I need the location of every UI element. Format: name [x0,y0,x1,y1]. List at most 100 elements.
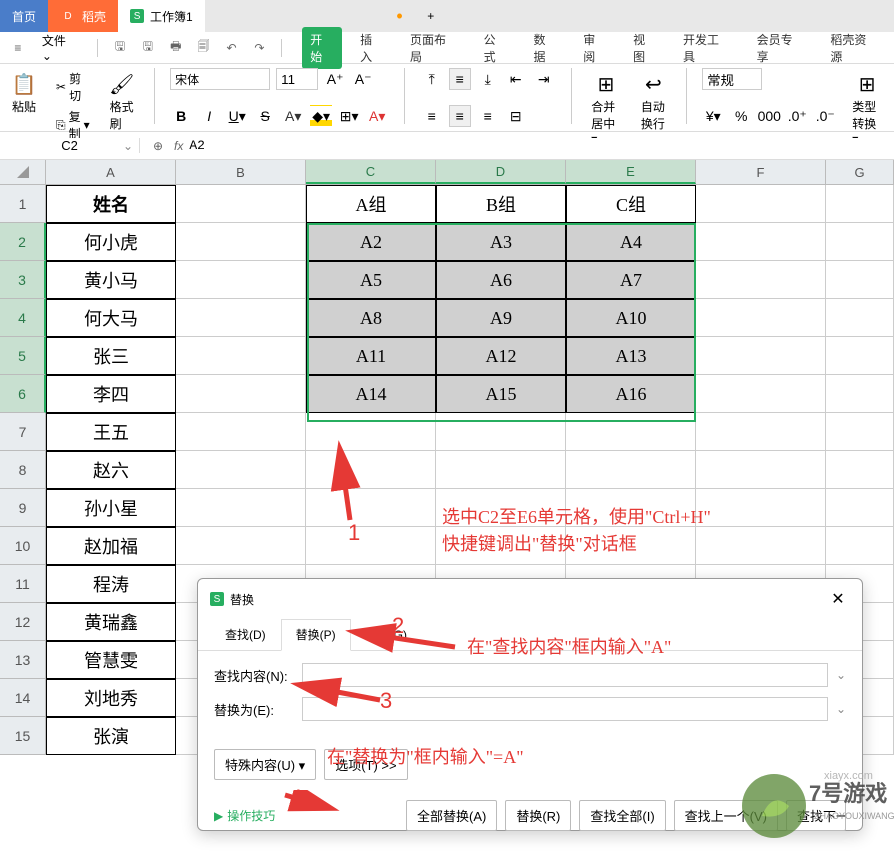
chevron-down-icon[interactable]: ⌄ [123,139,133,153]
cell-C3[interactable]: A5 [306,261,436,299]
cell-B7[interactable] [176,413,306,451]
cell-E3[interactable]: A7 [566,261,696,299]
cell-F6[interactable] [696,375,826,413]
dialog-tab-goto[interactable]: 定位(G) [351,619,422,650]
formula-input[interactable] [189,138,886,153]
cell-B3[interactable] [176,261,306,299]
cell-C2[interactable]: A2 [306,223,436,261]
row-header[interactable]: 12 [0,603,46,641]
underline-button[interactable]: U▾ [226,105,248,127]
cell-A13[interactable]: 管慧雯 [46,641,176,679]
cell-C7[interactable] [306,413,436,451]
redo-icon[interactable]: ↷ [249,38,269,58]
row-header[interactable]: 8 [0,451,46,489]
cell-E7[interactable] [566,413,696,451]
increase-font-button[interactable]: A⁺ [324,68,346,90]
align-bottom-button[interactable]: ⤓ [477,68,499,90]
increase-decimal-button[interactable]: .0⁺ [786,105,808,127]
border-button[interactable]: ⊞▾ [338,105,360,127]
cell-G7[interactable] [826,413,894,451]
cell-B9[interactable] [176,489,306,527]
cell-F4[interactable] [696,299,826,337]
row-header[interactable]: 11 [0,565,46,603]
ribbon-tab-formulas[interactable]: 公式 [476,27,516,69]
cell-A14[interactable]: 刘地秀 [46,679,176,717]
ribbon-tab-start[interactable]: 开始 [302,27,342,69]
zoom-icon[interactable]: ⊕ [148,136,168,156]
cell-B5[interactable] [176,337,306,375]
cell-D5[interactable]: A12 [436,337,566,375]
row-header[interactable]: 1 [0,185,46,223]
cell-B8[interactable] [176,451,306,489]
cell-C6[interactable]: A14 [306,375,436,413]
col-header-d[interactable]: D [436,160,566,184]
row-header[interactable]: 14 [0,679,46,717]
cell-D2[interactable]: A3 [436,223,566,261]
cell-C4[interactable]: A8 [306,299,436,337]
save-as-icon[interactable]: 🖫 [138,38,158,58]
cell-E1[interactable]: C组 [566,185,696,223]
dialog-tab-replace[interactable]: 替换(P) [281,619,351,651]
cell-G3[interactable] [826,261,894,299]
cell-C10[interactable] [306,527,436,565]
print-icon[interactable]: 🖶 [166,38,186,58]
operation-tips-link[interactable]: ▶ 操作技巧 [214,807,275,824]
cell-A6[interactable]: 李四 [46,375,176,413]
italic-button[interactable]: I [198,105,220,127]
cell-A7[interactable]: 王五 [46,413,176,451]
dialog-close-button[interactable]: ✕ [826,587,850,611]
row-header[interactable]: 13 [0,641,46,679]
save-icon[interactable]: 🖫 [110,38,130,58]
col-header-e[interactable]: E [566,160,696,184]
decrease-decimal-button[interactable]: .0⁻ [814,105,836,127]
cell-B6[interactable] [176,375,306,413]
bold-button[interactable]: B [170,105,192,127]
cell-D8[interactable] [436,451,566,489]
file-menu[interactable]: 文件 ⌄ [36,28,85,67]
row-header[interactable]: 6 [0,375,46,413]
row-header[interactable]: 9 [0,489,46,527]
cell-C5[interactable]: A11 [306,337,436,375]
cell-A2[interactable]: 何小虎 [46,223,176,261]
ribbon-tab-insert[interactable]: 插入 [352,27,392,69]
cell-B2[interactable] [176,223,306,261]
paste-button[interactable]: 📋 粘贴 [8,68,40,127]
row-header[interactable]: 2 [0,223,46,261]
cell-B4[interactable] [176,299,306,337]
cell-F1[interactable] [696,185,826,223]
fx-icon[interactable]: fx [174,139,183,153]
cell-F3[interactable] [696,261,826,299]
ribbon-tab-dev[interactable]: 开发工具 [675,27,739,69]
name-box[interactable]: ⌄ [0,138,140,153]
cut-button[interactable]: ✂剪切 [52,68,94,106]
cell-G10[interactable] [826,527,894,565]
select-all-corner[interactable] [0,160,46,184]
cell-F10[interactable] [696,527,826,565]
col-header-a[interactable]: A [46,160,176,184]
ribbon-tab-vip[interactable]: 会员专享 [749,27,813,69]
cell-G1[interactable] [826,185,894,223]
replace-dropdown-icon[interactable]: ⌄ [836,702,846,716]
currency-button[interactable]: ¥▾ [702,105,724,127]
merge-split-button[interactable]: ⊟ [505,105,527,127]
cell-E4[interactable]: A10 [566,299,696,337]
strikethrough-button[interactable]: S [254,105,276,127]
align-top-button[interactable]: ⤒ [421,68,443,90]
hamburger-icon[interactable]: ≡ [8,38,28,58]
row-header[interactable]: 5 [0,337,46,375]
cell-D7[interactable] [436,413,566,451]
comma-button[interactable]: 000 [758,105,780,127]
fill-color-button[interactable]: ◆▾ [310,105,332,127]
cell-E8[interactable] [566,451,696,489]
cell-A15[interactable]: 张演 [46,717,176,755]
align-right-button[interactable]: ≡ [477,105,499,127]
col-header-f[interactable]: F [696,160,826,184]
font-color-button[interactable]: A▾ [282,105,304,127]
align-middle-button[interactable]: ≡ [449,68,471,90]
cell-A9[interactable]: 孙小星 [46,489,176,527]
cell-F2[interactable] [696,223,826,261]
find-dropdown-icon[interactable]: ⌄ [836,668,846,682]
indent-increase-button[interactable]: ⇥ [533,68,555,90]
cell-C8[interactable] [306,451,436,489]
cell-E5[interactable]: A13 [566,337,696,375]
